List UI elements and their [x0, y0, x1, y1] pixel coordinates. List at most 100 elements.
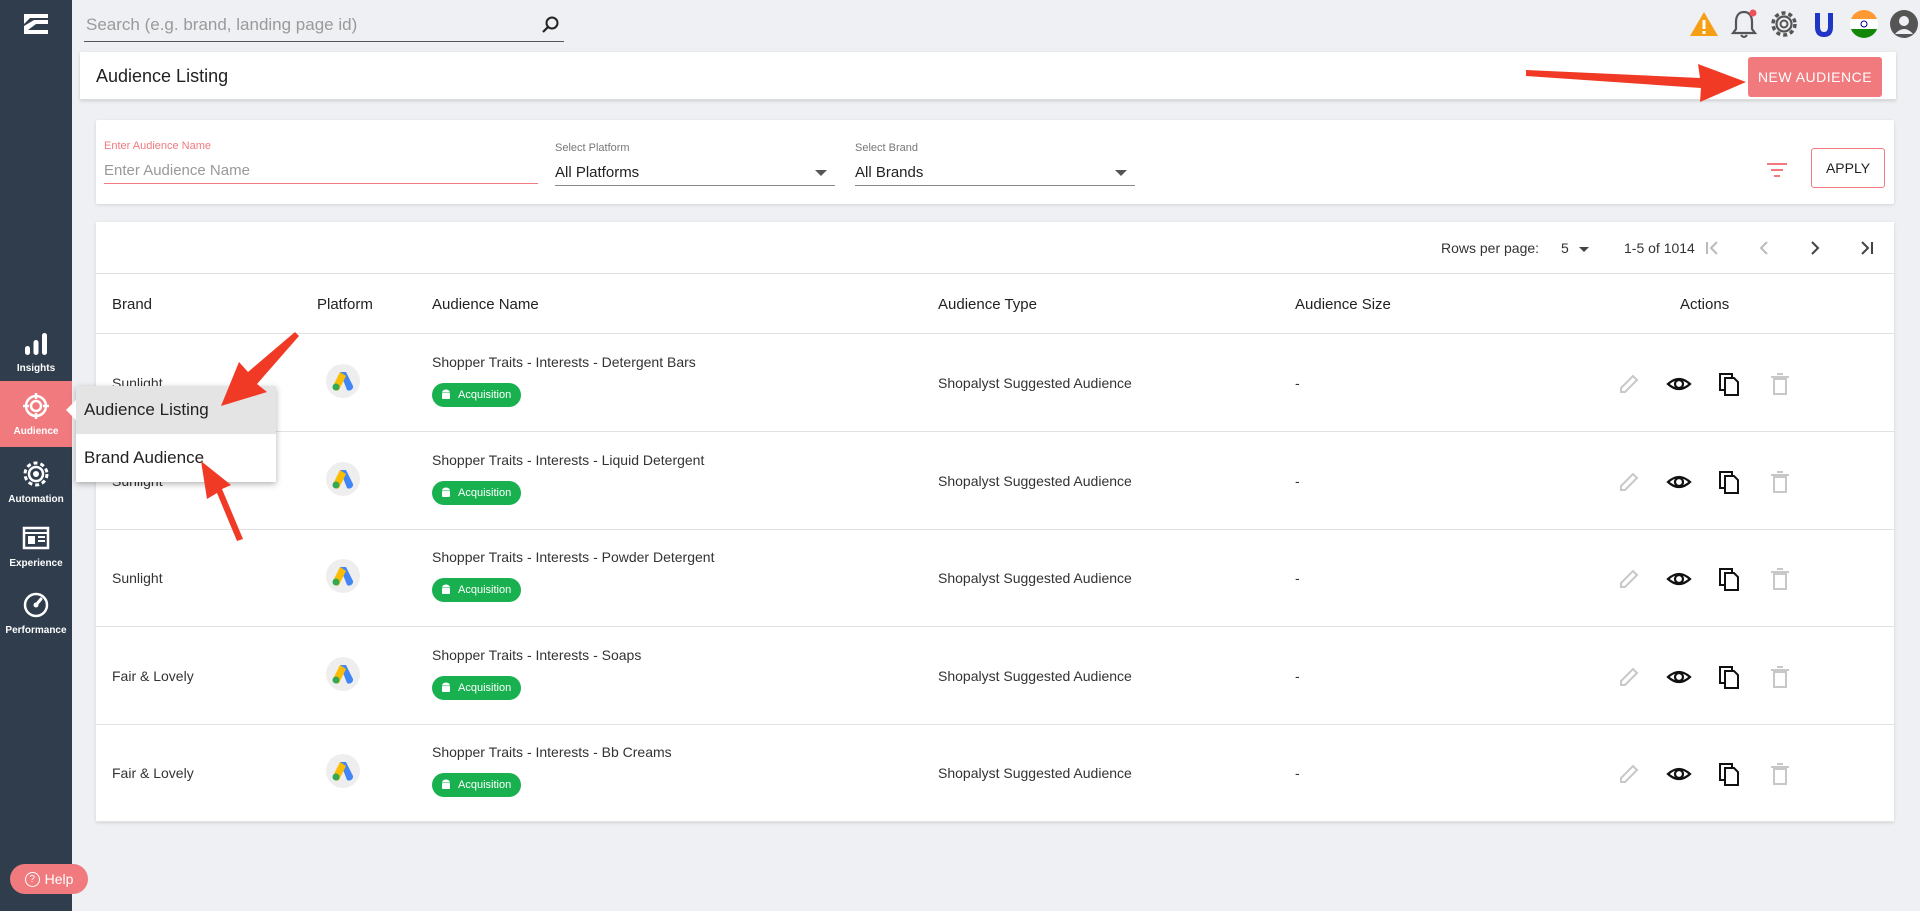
sidebar-item-performance[interactable]: Performance — [0, 580, 72, 646]
sidebar-item-insights[interactable]: Insights — [0, 318, 72, 384]
sidebar-item-audience[interactable]: Audience — [0, 381, 72, 447]
column-header-audience-name[interactable]: Audience Name — [432, 296, 539, 313]
audience-name-field: Enter Audience Name Enter Audience Name — [104, 140, 538, 184]
audience-name-cell[interactable]: Shopper Traits - Interests - Bb Creams — [432, 744, 672, 760]
column-header-platform[interactable]: Platform — [317, 296, 373, 313]
delete-icon[interactable] — [1767, 664, 1793, 690]
view-icon[interactable] — [1666, 469, 1692, 495]
status-badge: Acquisition — [432, 773, 522, 798]
badge-label: Acquisition — [458, 584, 512, 597]
warning-icon — [1690, 12, 1718, 36]
help-label: Help — [44, 871, 74, 887]
column-header-brand[interactable]: Brand — [112, 296, 152, 313]
table-header: Brand Platform Audience Name Audience Ty… — [96, 274, 1894, 334]
audience-name-cell[interactable]: Shopper Traits - Interests - Powder Dete… — [432, 549, 714, 565]
status-badge: Acquisition — [432, 578, 522, 603]
prev-page-icon[interactable] — [1752, 236, 1776, 260]
last-page-icon[interactable] — [1854, 236, 1878, 260]
notifications-button[interactable] — [1728, 8, 1760, 40]
search-input[interactable] — [84, 10, 524, 40]
submenu-item-audience-listing[interactable]: Audience Listing — [76, 386, 276, 434]
audience-name-input[interactable]: Enter Audience Name — [104, 160, 538, 184]
google-ads-icon — [326, 754, 360, 789]
help-button[interactable]: ? Help — [10, 864, 88, 894]
search-icon[interactable] — [540, 15, 560, 35]
status-badge: Acquisition — [432, 383, 522, 407]
badge-label: Acquisition — [458, 681, 512, 694]
rows-per-page-select[interactable]: 5 — [1561, 240, 1589, 256]
delete-icon[interactable] — [1767, 469, 1793, 495]
copy-icon[interactable] — [1716, 566, 1742, 592]
audience-type-cell: Shopalyst Suggested Audience — [938, 570, 1132, 587]
edit-icon[interactable] — [1616, 566, 1642, 592]
country-button[interactable] — [1848, 8, 1880, 40]
audience-submenu: Audience Listing Brand Audience — [76, 386, 276, 482]
audience-name-label: Enter Audience Name — [104, 140, 212, 152]
view-icon[interactable] — [1666, 566, 1692, 592]
badge-label: Acquisition — [458, 779, 512, 792]
table-row[interactable]: Fair & Lovely Shopper Traits - Interests… — [96, 725, 1894, 823]
view-icon[interactable] — [1666, 664, 1692, 690]
sidebar-item-label: Insights — [16, 362, 56, 374]
sidebar-item-experience[interactable]: Experience — [0, 513, 72, 579]
page-header: Audience Listing NEW AUDIENCE — [80, 52, 1896, 100]
android-icon — [442, 487, 450, 497]
profile-button[interactable] — [1888, 8, 1920, 40]
india-flag-icon — [1850, 10, 1878, 38]
column-header-audience-size[interactable]: Audience Size — [1295, 296, 1391, 313]
page-title: Audience Listing — [96, 66, 229, 86]
copy-icon[interactable] — [1716, 761, 1742, 787]
chevron-down-icon — [815, 170, 827, 176]
edit-icon[interactable] — [1616, 664, 1642, 690]
column-header-actions: Actions — [1680, 296, 1730, 313]
sidebar-item-automation[interactable]: Automation — [0, 449, 72, 515]
view-icon[interactable] — [1666, 371, 1692, 397]
copy-icon[interactable] — [1716, 664, 1742, 690]
rows-per-page-value: 5 — [1561, 240, 1569, 256]
brand-select[interactable]: Select Brand All Brands — [855, 142, 1135, 186]
first-page-icon[interactable] — [1701, 236, 1725, 260]
audience-name-cell[interactable]: Shopper Traits - Interests - Detergent B… — [432, 354, 696, 370]
gear-icon — [1771, 11, 1797, 37]
copy-icon[interactable] — [1716, 469, 1742, 495]
unilever-logo-icon — [1815, 13, 1833, 37]
apply-button[interactable]: APPLY — [1811, 148, 1885, 188]
target-icon — [23, 392, 49, 419]
edit-icon[interactable] — [1616, 469, 1642, 495]
next-page-icon[interactable] — [1803, 236, 1827, 260]
copy-icon[interactable] — [1716, 371, 1742, 397]
google-ads-icon — [326, 461, 360, 496]
view-icon[interactable] — [1666, 761, 1692, 787]
edit-icon[interactable] — [1616, 371, 1642, 397]
delete-icon[interactable] — [1767, 761, 1793, 787]
column-header-audience-type[interactable]: Audience Type — [938, 296, 1037, 313]
top-icons — [1688, 8, 1920, 40]
filter-icon[interactable] — [1766, 160, 1788, 180]
audience-size-cell: - — [1295, 667, 1300, 684]
audience-name-cell[interactable]: Shopper Traits - Interests - Liquid Dete… — [432, 452, 704, 468]
edit-icon[interactable] — [1616, 761, 1642, 787]
delete-icon[interactable] — [1767, 371, 1793, 397]
app-logo[interactable] — [22, 12, 50, 38]
status-badge: Acquisition — [432, 480, 522, 505]
new-audience-button[interactable]: NEW AUDIENCE — [1748, 57, 1882, 97]
table-row[interactable]: Sunlight Shopper Traits - Interests - Po… — [96, 530, 1894, 628]
audience-size-cell: - — [1295, 765, 1300, 782]
platform-select[interactable]: Select Platform All Platforms — [555, 142, 835, 186]
table-row[interactable]: Sunlight Shopper Traits - Interests - De… — [96, 335, 1894, 432]
delete-icon[interactable] — [1767, 566, 1793, 592]
warning-button[interactable] — [1688, 8, 1720, 40]
chevron-down-icon — [1578, 246, 1589, 252]
table-row[interactable]: Fair & Lovely Shopper Traits - Interests… — [96, 628, 1894, 725]
settings-button[interactable] — [1768, 8, 1800, 40]
table-row[interactable]: Sunlight Shopper Traits - Interests - Li… — [96, 433, 1894, 530]
question-icon: ? — [24, 871, 40, 887]
submenu-item-brand-audience[interactable]: Brand Audience — [76, 434, 276, 482]
audience-name-cell[interactable]: Shopper Traits - Interests - Soaps — [432, 647, 641, 663]
bell-icon — [1730, 9, 1758, 38]
brand-value: All Brands — [855, 164, 924, 181]
brand-logo-button[interactable] — [1808, 8, 1840, 40]
audience-size-cell: - — [1295, 472, 1300, 489]
audience-size-cell: - — [1295, 570, 1300, 587]
badge-label: Acquisition — [458, 486, 512, 499]
